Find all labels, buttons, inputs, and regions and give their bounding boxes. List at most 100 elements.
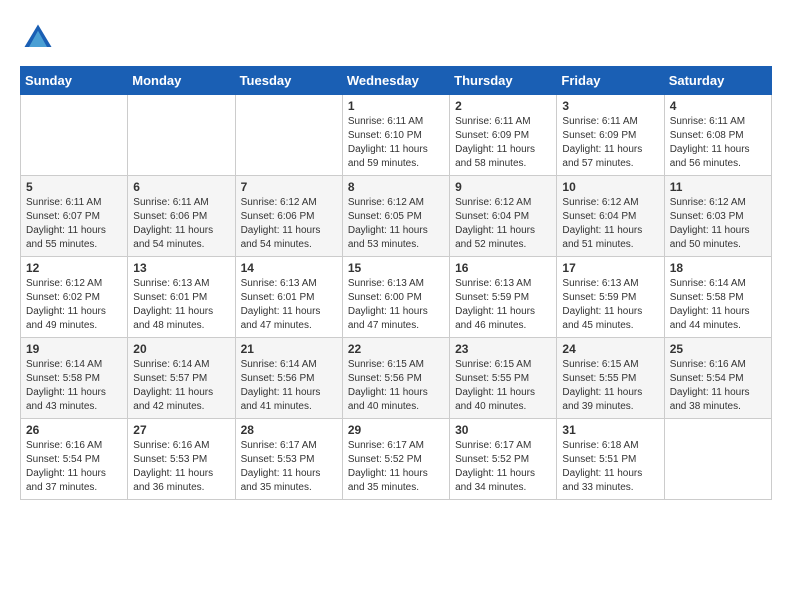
day-info: Sunrise: 6:11 AMSunset: 6:08 PMDaylight:…: [670, 115, 766, 171]
day-number: 19: [26, 342, 122, 356]
weekday-header: Saturday: [664, 67, 771, 95]
day-info: Sunrise: 6:16 AMSunset: 5:53 PMDaylight:…: [133, 439, 229, 495]
logo: [20, 20, 60, 56]
calendar-day-cell: [664, 419, 771, 500]
calendar-day-cell: 22 Sunrise: 6:15 AMSunset: 5:56 PMDayligh…: [342, 338, 449, 419]
calendar-day-cell: 28 Sunrise: 6:17 AMSunset: 5:53 PMDayligh…: [235, 419, 342, 500]
day-number: 5: [26, 180, 122, 194]
day-number: 2: [455, 99, 551, 113]
day-info: Sunrise: 6:17 AMSunset: 5:52 PMDaylight:…: [348, 439, 444, 495]
calendar-day-cell: 21Sunrise: 6:14 AMSunset: 5:56 PMDayligh…: [235, 338, 342, 419]
calendar-day-cell: 27 Sunrise: 6:16 AMSunset: 5:53 PMDayligh…: [128, 419, 235, 500]
day-info: Sunrise: 6:13 AMSunset: 6:01 PMDaylight:…: [241, 277, 337, 333]
calendar-day-cell: 29 Sunrise: 6:17 AMSunset: 5:52 PMDayligh…: [342, 419, 449, 500]
day-info: Sunrise: 6:12 AMSunset: 6:03 PMDaylight:…: [670, 196, 766, 252]
calendar-header-row: SundayMondayTuesdayWednesdayThursdayFrid…: [21, 67, 772, 95]
day-number: 8: [348, 180, 444, 194]
day-info: Sunrise: 6:12 AMSunset: 6:02 PMDaylight:…: [26, 277, 122, 333]
weekday-header: Friday: [557, 67, 664, 95]
calendar-day-cell: [21, 95, 128, 176]
calendar-day-cell: 8 Sunrise: 6:12 AMSunset: 6:05 PMDaylight…: [342, 176, 449, 257]
day-number: 31: [562, 423, 658, 437]
calendar-day-cell: 30 Sunrise: 6:17 AMSunset: 5:52 PMDayligh…: [450, 419, 557, 500]
day-number: 30: [455, 423, 551, 437]
calendar-week-row: 19 Sunrise: 6:14 AMSunset: 5:58 PMDayligh…: [21, 338, 772, 419]
day-info: Sunrise: 6:13 AMSunset: 5:59 PMDaylight:…: [455, 277, 551, 333]
calendar-day-cell: 13Sunrise: 6:13 AMSunset: 6:01 PMDayligh…: [128, 257, 235, 338]
calendar-day-cell: 17Sunrise: 6:13 AMSunset: 5:59 PMDayligh…: [557, 257, 664, 338]
day-number: 6: [133, 180, 229, 194]
calendar-day-cell: 11 Sunrise: 6:12 AMSunset: 6:03 PMDayligh…: [664, 176, 771, 257]
day-info: Sunrise: 6:14 AMSunset: 5:58 PMDaylight:…: [26, 358, 122, 414]
day-info: Sunrise: 6:11 AMSunset: 6:10 PMDaylight:…: [348, 115, 444, 171]
calendar-day-cell: 16 Sunrise: 6:13 AMSunset: 5:59 PMDayligh…: [450, 257, 557, 338]
day-info: Sunrise: 6:17 AMSunset: 5:52 PMDaylight:…: [455, 439, 551, 495]
weekday-header: Tuesday: [235, 67, 342, 95]
calendar-day-cell: 7Sunrise: 6:12 AMSunset: 6:06 PMDaylight…: [235, 176, 342, 257]
day-number: 27: [133, 423, 229, 437]
page-header: [20, 20, 772, 56]
day-info: Sunrise: 6:11 AMSunset: 6:07 PMDaylight:…: [26, 196, 122, 252]
day-number: 13: [133, 261, 229, 275]
calendar-day-cell: 18 Sunrise: 6:14 AMSunset: 5:58 PMDayligh…: [664, 257, 771, 338]
day-info: Sunrise: 6:12 AMSunset: 6:04 PMDaylight:…: [562, 196, 658, 252]
day-info: Sunrise: 6:12 AMSunset: 6:04 PMDaylight:…: [455, 196, 551, 252]
calendar-day-cell: [128, 95, 235, 176]
calendar-day-cell: 10 Sunrise: 6:12 AMSunset: 6:04 PMDayligh…: [557, 176, 664, 257]
day-number: 12: [26, 261, 122, 275]
day-info: Sunrise: 6:13 AMSunset: 6:00 PMDaylight:…: [348, 277, 444, 333]
weekday-header: Monday: [128, 67, 235, 95]
day-number: 11: [670, 180, 766, 194]
day-info: Sunrise: 6:16 AMSunset: 5:54 PMDaylight:…: [670, 358, 766, 414]
day-number: 22: [348, 342, 444, 356]
calendar-day-cell: 26 Sunrise: 6:16 AMSunset: 5:54 PMDayligh…: [21, 419, 128, 500]
day-number: 1: [348, 99, 444, 113]
day-info: Sunrise: 6:14 AMSunset: 5:57 PMDaylight:…: [133, 358, 229, 414]
day-info: Sunrise: 6:14 AMSunset: 5:58 PMDaylight:…: [670, 277, 766, 333]
calendar-day-cell: 20 Sunrise: 6:14 AMSunset: 5:57 PMDayligh…: [128, 338, 235, 419]
calendar-day-cell: 3 Sunrise: 6:11 AMSunset: 6:09 PMDaylight…: [557, 95, 664, 176]
calendar-week-row: 12 Sunrise: 6:12 AMSunset: 6:02 PMDayligh…: [21, 257, 772, 338]
calendar-week-row: 1 Sunrise: 6:11 AMSunset: 6:10 PMDaylight…: [21, 95, 772, 176]
day-number: 24: [562, 342, 658, 356]
day-info: Sunrise: 6:17 AMSunset: 5:53 PMDaylight:…: [241, 439, 337, 495]
calendar-day-cell: 19 Sunrise: 6:14 AMSunset: 5:58 PMDayligh…: [21, 338, 128, 419]
day-info: Sunrise: 6:11 AMSunset: 6:09 PMDaylight:…: [455, 115, 551, 171]
day-number: 18: [670, 261, 766, 275]
day-number: 16: [455, 261, 551, 275]
calendar-week-row: 5 Sunrise: 6:11 AMSunset: 6:07 PMDaylight…: [21, 176, 772, 257]
calendar-day-cell: 31 Sunrise: 6:18 AMSunset: 5:51 PMDayligh…: [557, 419, 664, 500]
calendar-table: SundayMondayTuesdayWednesdayThursdayFrid…: [20, 66, 772, 500]
calendar-day-cell: 23Sunrise: 6:15 AMSunset: 5:55 PMDayligh…: [450, 338, 557, 419]
calendar-day-cell: [235, 95, 342, 176]
day-info: Sunrise: 6:18 AMSunset: 5:51 PMDaylight:…: [562, 439, 658, 495]
calendar-day-cell: 12 Sunrise: 6:12 AMSunset: 6:02 PMDayligh…: [21, 257, 128, 338]
day-number: 26: [26, 423, 122, 437]
calendar-day-cell: 1 Sunrise: 6:11 AMSunset: 6:10 PMDaylight…: [342, 95, 449, 176]
day-number: 3: [562, 99, 658, 113]
day-number: 9: [455, 180, 551, 194]
day-number: 14: [241, 261, 337, 275]
day-info: Sunrise: 6:11 AMSunset: 6:09 PMDaylight:…: [562, 115, 658, 171]
day-number: 28: [241, 423, 337, 437]
day-number: 15: [348, 261, 444, 275]
calendar-day-cell: 2 Sunrise: 6:11 AMSunset: 6:09 PMDaylight…: [450, 95, 557, 176]
day-number: 29: [348, 423, 444, 437]
calendar-day-cell: 4Sunrise: 6:11 AMSunset: 6:08 PMDaylight…: [664, 95, 771, 176]
calendar-day-cell: 14 Sunrise: 6:13 AMSunset: 6:01 PMDayligh…: [235, 257, 342, 338]
calendar-day-cell: 5 Sunrise: 6:11 AMSunset: 6:07 PMDaylight…: [21, 176, 128, 257]
day-info: Sunrise: 6:11 AMSunset: 6:06 PMDaylight:…: [133, 196, 229, 252]
day-info: Sunrise: 6:15 AMSunset: 5:56 PMDaylight:…: [348, 358, 444, 414]
day-info: Sunrise: 6:16 AMSunset: 5:54 PMDaylight:…: [26, 439, 122, 495]
day-number: 20: [133, 342, 229, 356]
day-number: 7: [241, 180, 337, 194]
day-info: Sunrise: 6:12 AMSunset: 6:05 PMDaylight:…: [348, 196, 444, 252]
day-number: 10: [562, 180, 658, 194]
day-info: Sunrise: 6:14 AMSunset: 5:56 PMDaylight:…: [241, 358, 337, 414]
day-number: 25: [670, 342, 766, 356]
logo-icon: [20, 20, 56, 56]
calendar-day-cell: 25 Sunrise: 6:16 AMSunset: 5:54 PMDayligh…: [664, 338, 771, 419]
calendar-day-cell: 9 Sunrise: 6:12 AMSunset: 6:04 PMDaylight…: [450, 176, 557, 257]
day-number: 17: [562, 261, 658, 275]
calendar-day-cell: 6 Sunrise: 6:11 AMSunset: 6:06 PMDaylight…: [128, 176, 235, 257]
